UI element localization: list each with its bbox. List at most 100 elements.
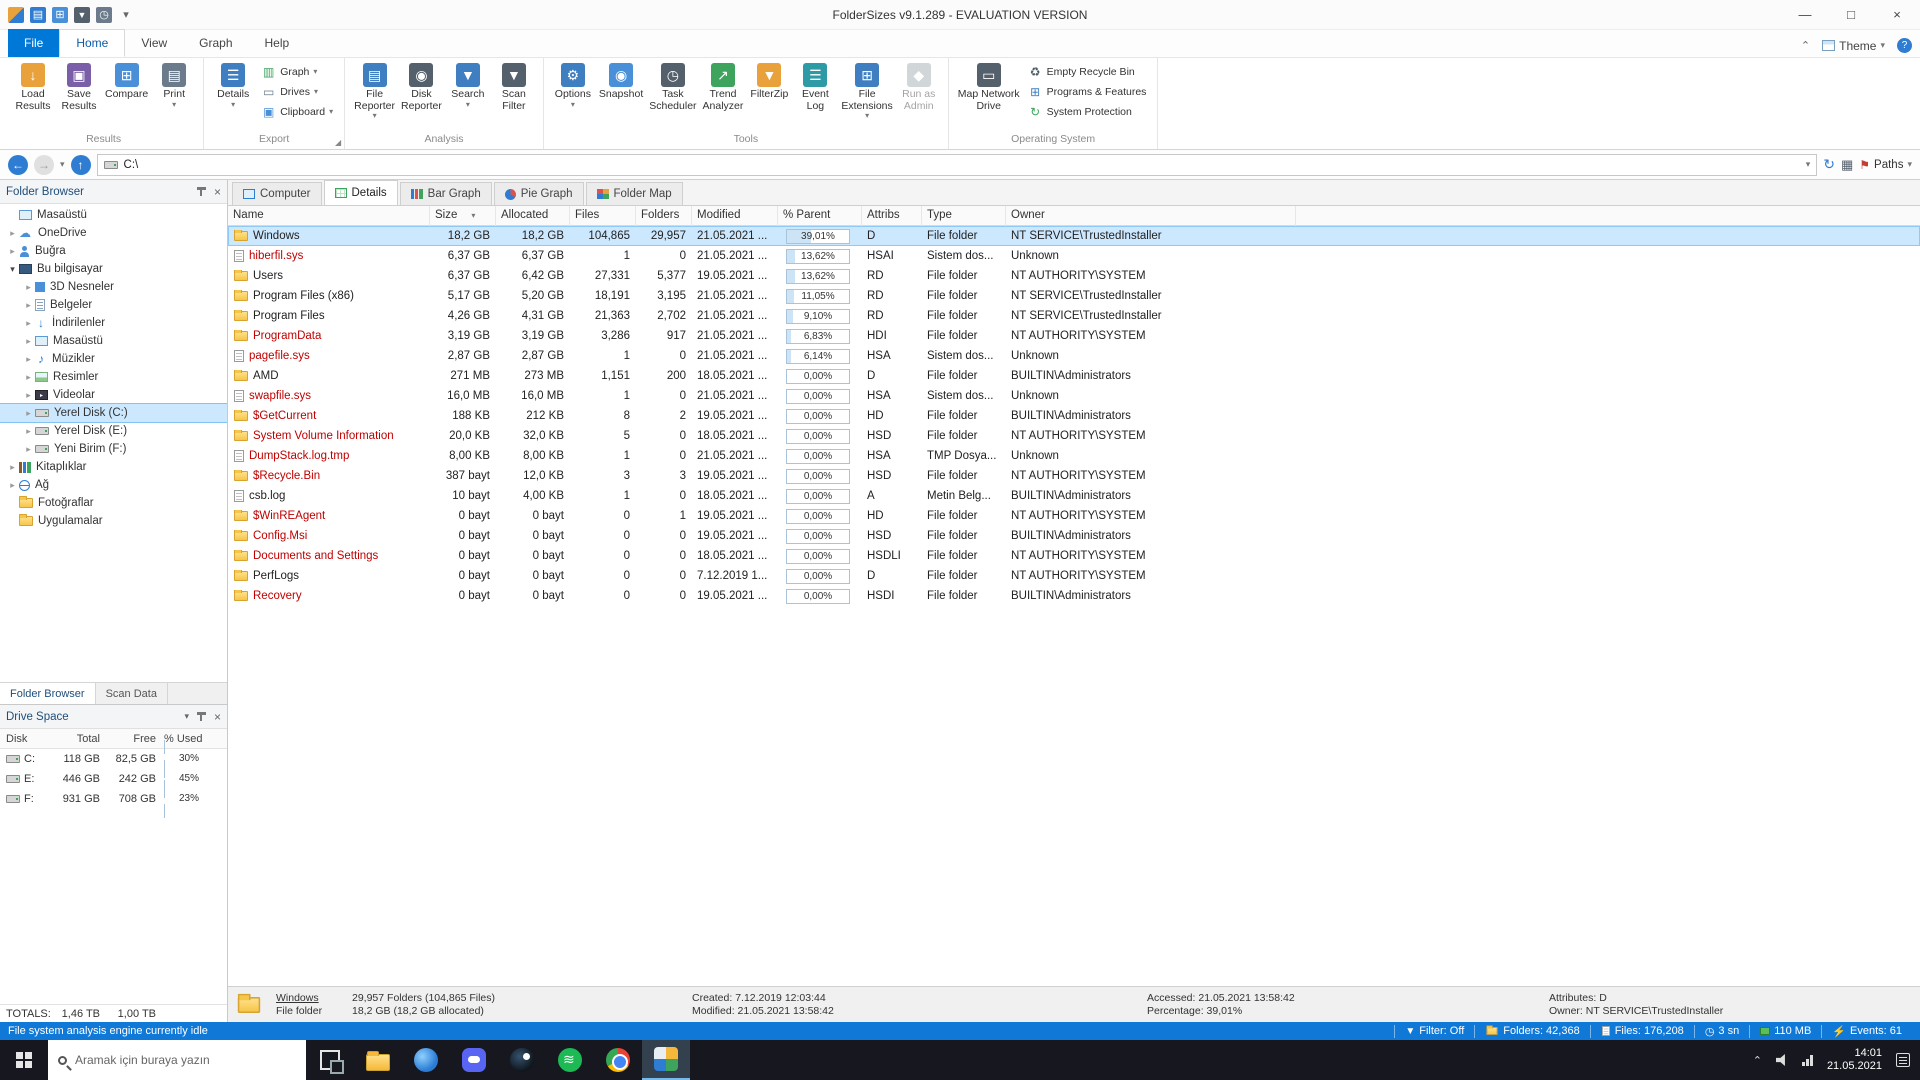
drive-col-disk[interactable]: Disk — [0, 733, 46, 745]
tray-chevron-up-icon[interactable]: ⌃ — [1753, 1054, 1762, 1067]
drive-row[interactable]: F: 931 GB 708 GB 23% — [0, 780, 227, 818]
foldersizes-taskbar-button[interactable] — [642, 1040, 690, 1080]
column-header-files[interactable]: Files — [570, 206, 636, 226]
programs-features-button[interactable]: Programs & Features — [1025, 83, 1150, 100]
drives-button[interactable]: Drives▾ — [258, 83, 336, 100]
forward-button[interactable]: → — [34, 154, 54, 175]
search-input[interactable] — [75, 1053, 296, 1067]
discord-taskbar-button[interactable] — [450, 1040, 498, 1080]
snapshot-button[interactable]: Snapshot — [596, 61, 646, 103]
table-row[interactable]: Users 6,37 GB 6,42 GB 27,331 5,377 19.05.2021… — [228, 266, 1920, 286]
file-reporter-button[interactable]: File Reporter▾ — [351, 61, 398, 122]
minimize-button[interactable]: — — [1782, 0, 1828, 30]
expand-arrow-icon[interactable]: ▾ — [6, 264, 19, 275]
column-header-attribs[interactable]: Attribs — [862, 206, 922, 226]
tree-item-yerel-disk-e[interactable]: ▸ Yerel Disk (E:) — [0, 422, 227, 440]
table-row[interactable]: Documents and Settings 0 bayt 0 bayt 0 0 18.0… — [228, 546, 1920, 566]
details-button[interactable]: Details▾ — [210, 61, 256, 111]
column-header-name[interactable]: Name — [228, 206, 430, 226]
tab-folder-map[interactable]: Folder Map — [585, 182, 683, 205]
expand-arrow-icon[interactable]: ▸ — [22, 444, 35, 455]
load-results-button[interactable]: Load Results — [10, 61, 56, 114]
tree-item-onedrive[interactable]: ▸ OneDrive — [0, 224, 227, 242]
pin-icon[interactable] — [196, 712, 206, 721]
taskbar-search[interactable] — [48, 1040, 306, 1080]
refresh-icon[interactable]: ↻ — [1823, 156, 1835, 173]
expand-arrow-icon[interactable]: ▸ — [22, 372, 35, 383]
table-row[interactable]: AMD 271 MB 273 MB 1,151 200 18.05.2021 ... 0,0… — [228, 366, 1920, 386]
search-button[interactable]: Search▾ — [445, 61, 491, 111]
compare-button[interactable]: Compare — [102, 61, 151, 103]
taskbar-clock[interactable]: 14:01 21.05.2021 — [1827, 1047, 1882, 1073]
table-row[interactable]: DumpStack.log.tmp 8,00 KB 8,00 KB 1 0 21.05.2… — [228, 446, 1920, 466]
path-input[interactable]: C:\ ▾ — [96, 153, 1818, 176]
back-button[interactable]: ← — [8, 154, 28, 175]
table-row[interactable]: pagefile.sys 2,87 GB 2,87 GB 1 0 21.05.2021 .… — [228, 346, 1920, 366]
scan-options-icon[interactable]: ▦ — [1841, 157, 1853, 173]
customize-icon[interactable] — [118, 7, 134, 23]
filter-icon[interactable] — [74, 6, 90, 23]
menu-tab-graph[interactable]: Graph — [183, 29, 248, 57]
tab-folder-browser[interactable]: Folder Browser — [0, 683, 96, 704]
tree-item-uygulamalar[interactable]: Uygulamalar — [0, 512, 227, 530]
volume-icon[interactable] — [1775, 1054, 1785, 1066]
tree-item-bu-ra[interactable]: ▸ Buğra — [0, 242, 227, 260]
tree-item-videolar[interactable]: ▸ Videolar — [0, 386, 227, 404]
table-row[interactable]: Program Files (x86) 5,17 GB 5,20 GB 18,191 3… — [228, 286, 1920, 306]
expand-arrow-icon[interactable]: ▸ — [22, 300, 35, 311]
tree-item-m-zikler[interactable]: ▸ Müzikler — [0, 350, 227, 368]
tree-item-belgeler[interactable]: ▸ Belgeler — [0, 296, 227, 314]
app-icon[interactable] — [8, 6, 24, 23]
column-header-folders[interactable]: Folders — [636, 206, 692, 226]
close-panel-icon[interactable]: × — [214, 185, 221, 199]
theme-button[interactable]: Theme ▾ — [1822, 39, 1885, 53]
expand-arrow-icon[interactable]: ▸ — [6, 462, 19, 473]
spotify-taskbar-button[interactable] — [546, 1040, 594, 1080]
tree-item-a[interactable]: ▸ Ağ — [0, 476, 227, 494]
filterzip-button[interactable]: FilterZip — [746, 61, 792, 103]
tab-bar-graph[interactable]: Bar Graph — [399, 182, 492, 205]
table-row[interactable]: $Recycle.Bin 387 bayt 12,0 KB 3 3 19.05.2021 … — [228, 466, 1920, 486]
table-row[interactable]: ProgramData 3,19 GB 3,19 GB 3,286 917 21.05.2… — [228, 326, 1920, 346]
tree-item-bu-bilgisayar[interactable]: ▾ Bu bilgisayar — [0, 260, 227, 278]
collapse-ribbon-icon[interactable]: ⌃ — [1801, 39, 1810, 52]
task-scheduler-button[interactable]: Task Scheduler — [646, 61, 699, 114]
expand-arrow-icon[interactable]: ▸ — [6, 228, 19, 239]
tree-item-masa-st[interactable]: ▸ Masaüstü — [0, 332, 227, 350]
task-view-taskbar-button[interactable] — [306, 1040, 354, 1080]
column-header-allocated[interactable]: Allocated — [496, 206, 570, 226]
table-row[interactable]: hiberfil.sys 6,37 GB 6,37 GB 1 0 21.05.2021 .… — [228, 246, 1920, 266]
tree-item-i-ndirilenler[interactable]: ▸ İndirilenler — [0, 314, 227, 332]
tree-item-masa-st[interactable]: Masaüstü — [0, 206, 227, 224]
dialog-launcher-icon[interactable]: ◢ — [335, 138, 341, 147]
table-row[interactable]: Windows 18,2 GB 18,2 GB 104,865 29,957 21.05.… — [228, 226, 1920, 246]
column-header-owner[interactable]: Owner — [1006, 206, 1296, 226]
system-protection-button[interactable]: System Protection — [1025, 103, 1150, 120]
start-button[interactable] — [0, 1040, 48, 1080]
action-center-icon[interactable] — [1896, 1053, 1910, 1067]
tree-item-yerel-disk-c[interactable]: ▸ Yerel Disk (C:) — [0, 403, 227, 423]
tree-item-yeni-birim-f[interactable]: ▸ Yeni Birim (F:) — [0, 440, 227, 458]
close-panel-icon[interactable]: × — [214, 710, 221, 724]
map-network-drive-button[interactable]: Map Network Drive — [955, 61, 1023, 114]
table-row[interactable]: Program Files 4,26 GB 4,31 GB 21,363 2,702 21… — [228, 306, 1920, 326]
expand-arrow-icon[interactable]: ▸ — [22, 282, 35, 293]
expand-arrow-icon[interactable]: ▸ — [22, 354, 35, 365]
chrome-taskbar-button[interactable] — [594, 1040, 642, 1080]
tree-item-resimler[interactable]: ▸ Resimler — [0, 368, 227, 386]
table-row[interactable]: System Volume Information 20,0 KB 32,0 KB 5… — [228, 426, 1920, 446]
up-button[interactable]: ↑ — [70, 154, 91, 175]
table-row[interactable]: Config.Msi 0 bayt 0 bayt 0 0 19.05.2021 ... 0,… — [228, 526, 1920, 546]
clipboard-button[interactable]: Clipboard▾ — [258, 103, 336, 120]
tree-item-3d-nesneler[interactable]: ▸ 3D Nesneler — [0, 278, 227, 296]
expand-arrow-icon[interactable]: ▸ — [22, 336, 35, 347]
help-icon[interactable]: ? — [1897, 38, 1912, 53]
print-button[interactable]: Print▾ — [151, 61, 197, 111]
edge-taskbar-button[interactable] — [402, 1040, 450, 1080]
expand-arrow-icon[interactable]: ▸ — [22, 426, 35, 437]
menu-tab-help[interactable]: Help — [249, 29, 306, 57]
menu-tab-home[interactable]: Home — [59, 29, 126, 57]
history-dropdown-icon[interactable]: ▾ — [60, 159, 65, 170]
chevron-down-icon[interactable]: ▾ — [184, 711, 189, 722]
table-row[interactable]: $GetCurrent 188 KB 212 KB 8 2 19.05.2021 ... 0… — [228, 406, 1920, 426]
